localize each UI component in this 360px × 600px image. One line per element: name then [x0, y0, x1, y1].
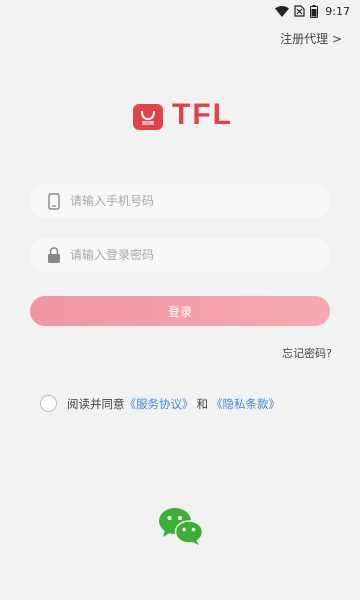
agree-checkbox[interactable] — [40, 395, 57, 412]
bag-label: TFL — [145, 122, 151, 126]
lock-icon — [46, 246, 62, 264]
phone-input[interactable] — [70, 194, 290, 208]
service-agreement-link[interactable]: 《服务协议》 — [125, 396, 194, 412]
shopping-bag-icon: TFL — [133, 104, 163, 130]
agreement-row: 阅读并同意 《服务协议》 和 《隐私条款》 — [40, 395, 280, 412]
login-button[interactable]: 登录 — [30, 296, 330, 326]
privacy-policy-link[interactable]: 《隐私条款》 — [211, 396, 280, 412]
wifi-icon — [275, 5, 290, 17]
status-bar: 9:17 — [0, 0, 360, 22]
agreement-conjunction: 和 — [196, 396, 209, 411]
no-sim-icon — [294, 5, 305, 17]
status-time: 9:17 — [325, 4, 350, 18]
forgot-password-link[interactable]: 忘记密码? — [282, 345, 332, 361]
phone-icon — [46, 192, 62, 210]
agreement-prefix: 阅读并同意 — [67, 396, 125, 411]
logo-text: TFL — [172, 98, 233, 131]
phone-field[interactable] — [30, 184, 330, 218]
wechat-icon[interactable] — [158, 506, 204, 546]
register-agent-link[interactable]: 注册代理 > — [280, 30, 342, 47]
battery-icon — [310, 4, 319, 18]
password-field[interactable] — [30, 238, 330, 272]
password-input[interactable] — [70, 248, 290, 262]
app-logo: TFL TFL — [132, 98, 233, 132]
